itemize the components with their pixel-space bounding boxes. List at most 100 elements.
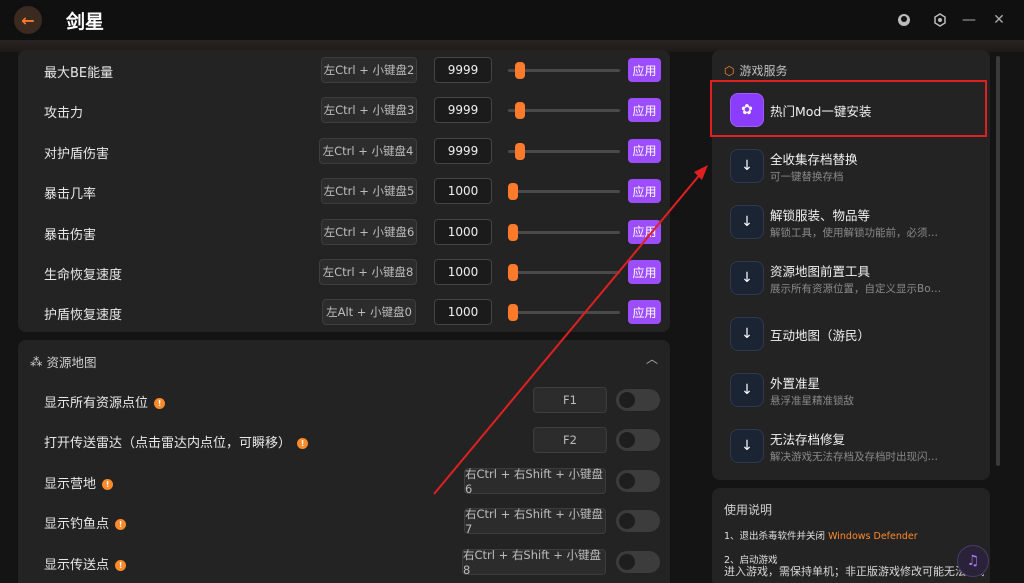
usage-panel: 使用说明 1、退出杀毒软件并关闭 Windows Defender 2、启动游戏… bbox=[712, 488, 990, 583]
user-icon[interactable] bbox=[893, 9, 915, 31]
apply-button[interactable]: 应用 bbox=[628, 138, 661, 163]
hotkey-button[interactable]: 右Ctrl + 右Shift + 小键盘8 bbox=[462, 548, 606, 577]
value-input[interactable]: 9999 bbox=[434, 97, 492, 124]
value-input[interactable]: 1000 bbox=[434, 259, 492, 285]
value-input[interactable]: 1000 bbox=[434, 178, 492, 205]
service-desc: 展示所有资源位置，自定义显示Bo… bbox=[770, 283, 942, 295]
hotkey-button[interactable]: 左Ctrl + 小键盘2 bbox=[321, 57, 417, 83]
value-slider[interactable] bbox=[508, 109, 620, 113]
settings-icon[interactable] bbox=[929, 9, 951, 31]
apply-button[interactable]: 应用 bbox=[628, 98, 661, 123]
resource-map-panel: ⁂ 资源地图 ︿ 显示所有资源点位! F1 打开传送雷达（点击雷达内点位，可瞬移）!… bbox=[18, 340, 670, 583]
service-desc: 解锁工具，使用解锁功能前，必须… bbox=[770, 227, 938, 239]
usage-title: 使用说明 bbox=[724, 503, 773, 517]
headset-icon: ♫ bbox=[966, 553, 980, 569]
toggle-switch[interactable] bbox=[616, 429, 660, 452]
info-icon[interactable]: ! bbox=[115, 519, 127, 531]
title-bar: ← 剑星 — ✕ bbox=[0, 0, 1024, 40]
game-services-header: ⬡ 游戏服务 bbox=[724, 62, 788, 79]
download-icon: ↓ bbox=[730, 373, 764, 407]
value-slider[interactable] bbox=[508, 271, 620, 274]
service-item[interactable]: ↓ 无法存档修复解决游戏无法存档及存档时出现闪… bbox=[712, 420, 990, 476]
service-title: 资源地图前置工具 bbox=[770, 264, 871, 279]
apply-button[interactable]: 应用 bbox=[628, 300, 661, 325]
resource-map-row: 显示所有资源点位! F1 bbox=[18, 380, 670, 420]
apply-button[interactable]: 应用 bbox=[628, 219, 661, 244]
chevron-up-icon[interactable]: ︿ bbox=[646, 350, 658, 367]
resource-map-row: 显示传送点! 右Ctrl + 右Shift + 小键盘8 bbox=[18, 542, 670, 582]
hotkey-button[interactable]: F2 bbox=[533, 427, 607, 454]
toggle-switch[interactable] bbox=[616, 550, 660, 573]
toggle-switch[interactable] bbox=[616, 510, 660, 533]
hotkey-button[interactable]: 左Ctrl + 小键盘5 bbox=[321, 178, 417, 205]
usage-step-1: 1、退出杀毒软件并关闭 Windows Defender bbox=[724, 528, 918, 542]
stat-label: 生命恢复速度 bbox=[44, 268, 123, 283]
service-item[interactable]: ↓ 资源地图前置工具展示所有资源位置，自定义显示Bo… bbox=[712, 252, 990, 308]
stat-label: 护盾恢复速度 bbox=[44, 308, 123, 324]
value-slider[interactable] bbox=[508, 69, 620, 72]
value-input[interactable]: 1000 bbox=[434, 218, 492, 245]
resource-map-label: 打开传送雷达（点击雷达内点位，可瞬移）! bbox=[44, 432, 309, 451]
service-item[interactable]: ↓ 全收集存档替换 可一键替换存档 bbox=[712, 140, 990, 196]
usage-body: 进入游戏，需保持单机；非正版游戏修改可能无法生效 bbox=[724, 565, 984, 578]
value-input[interactable]: 9999 bbox=[434, 57, 492, 83]
back-button[interactable]: ← bbox=[14, 6, 42, 34]
service-desc: 解决游戏无法存档及存档时出现闪… bbox=[770, 451, 938, 463]
service-item[interactable]: ↓ 解锁服装、物品等 解锁工具，使用解锁功能前，必须… bbox=[712, 196, 990, 252]
minimize-icon[interactable]: — bbox=[958, 9, 980, 31]
hotkey-button[interactable]: 左Alt + 小键盘0 bbox=[322, 299, 416, 326]
service-item[interactable]: ↓ 互动地图（游民） bbox=[712, 308, 990, 364]
scrollbar[interactable] bbox=[996, 56, 1000, 466]
map-icon: ⁂ bbox=[30, 354, 43, 369]
hotkey-button[interactable]: 左Ctrl + 小键盘4 bbox=[319, 137, 417, 164]
slider-thumb[interactable] bbox=[514, 142, 525, 160]
info-icon[interactable]: ! bbox=[115, 559, 127, 571]
slider-thumb[interactable] bbox=[508, 264, 518, 281]
info-icon[interactable]: ! bbox=[154, 398, 166, 409]
toggle-switch[interactable] bbox=[616, 389, 660, 411]
hotkey-button[interactable]: 左Ctrl + 小键盘3 bbox=[321, 97, 417, 124]
app-title: 剑星 bbox=[66, 11, 105, 33]
slider-thumb[interactable] bbox=[508, 304, 518, 322]
resource-map-header[interactable]: ⁂ 资源地图 bbox=[30, 352, 97, 371]
apply-button[interactable]: 应用 bbox=[628, 179, 661, 204]
value-input[interactable]: 1000 bbox=[434, 299, 492, 326]
download-icon: ↓ bbox=[730, 429, 764, 463]
toggle-switch[interactable] bbox=[616, 469, 660, 492]
apply-button[interactable]: 应用 bbox=[628, 58, 661, 82]
value-slider[interactable] bbox=[508, 311, 620, 315]
game-services-title: 游戏服务 bbox=[739, 64, 788, 78]
value-input[interactable]: 9999 bbox=[434, 137, 492, 164]
slider-thumb[interactable] bbox=[508, 223, 518, 241]
value-slider[interactable] bbox=[508, 149, 620, 153]
value-slider[interactable] bbox=[508, 230, 620, 234]
download-icon: ↓ bbox=[730, 261, 764, 295]
info-icon[interactable]: ! bbox=[297, 438, 309, 450]
service-desc: 可一键替换存档 bbox=[770, 171, 844, 183]
usage-step-1-highlight: Windows Defender bbox=[828, 531, 918, 542]
service-title: 无法存档修复 bbox=[770, 432, 846, 447]
stat-label: 攻击力 bbox=[44, 106, 84, 122]
resource-map-label: 显示传送点! bbox=[44, 554, 127, 573]
resource-map-row: 显示钓鱼点! 右Ctrl + 右Shift + 小键盘7 bbox=[18, 501, 670, 541]
slider-thumb[interactable] bbox=[514, 102, 525, 120]
hotkey-button[interactable]: 左Ctrl + 小键盘8 bbox=[319, 259, 417, 285]
close-icon[interactable]: ✕ bbox=[988, 9, 1010, 31]
support-headset-button[interactable]: ♫ bbox=[957, 545, 989, 577]
stats-panel: 最大BE能量 左Ctrl + 小键盘2 9999 应用 攻击力 左Ctrl + 小键盘3 9… bbox=[18, 50, 670, 332]
hotkey-button[interactable]: 右Ctrl + 右Shift + 小键盘6 bbox=[464, 467, 606, 496]
service-item[interactable]: ↓ 外置准星 悬浮准星精准锁敌 bbox=[712, 364, 990, 420]
info-icon[interactable]: ! bbox=[102, 478, 114, 490]
highlight-box bbox=[710, 80, 987, 137]
slider-thumb[interactable] bbox=[508, 183, 518, 201]
value-slider[interactable] bbox=[508, 190, 620, 194]
apply-button[interactable]: 应用 bbox=[628, 260, 661, 284]
resource-map-row: 打开传送雷达（点击雷达内点位，可瞬移）! F2 bbox=[18, 420, 670, 460]
stat-row: 暴击几率 左Ctrl + 小键盘5 1000 应用 bbox=[18, 171, 670, 211]
stat-label: 暴击伤害 bbox=[44, 227, 97, 243]
download-icon: ↓ bbox=[730, 205, 764, 239]
hotkey-button[interactable]: 右Ctrl + 右Shift + 小键盘7 bbox=[464, 507, 606, 536]
hotkey-button[interactable]: F1 bbox=[533, 387, 607, 413]
hotkey-button[interactable]: 左Ctrl + 小键盘6 bbox=[321, 218, 417, 245]
slider-thumb[interactable] bbox=[514, 62, 525, 79]
